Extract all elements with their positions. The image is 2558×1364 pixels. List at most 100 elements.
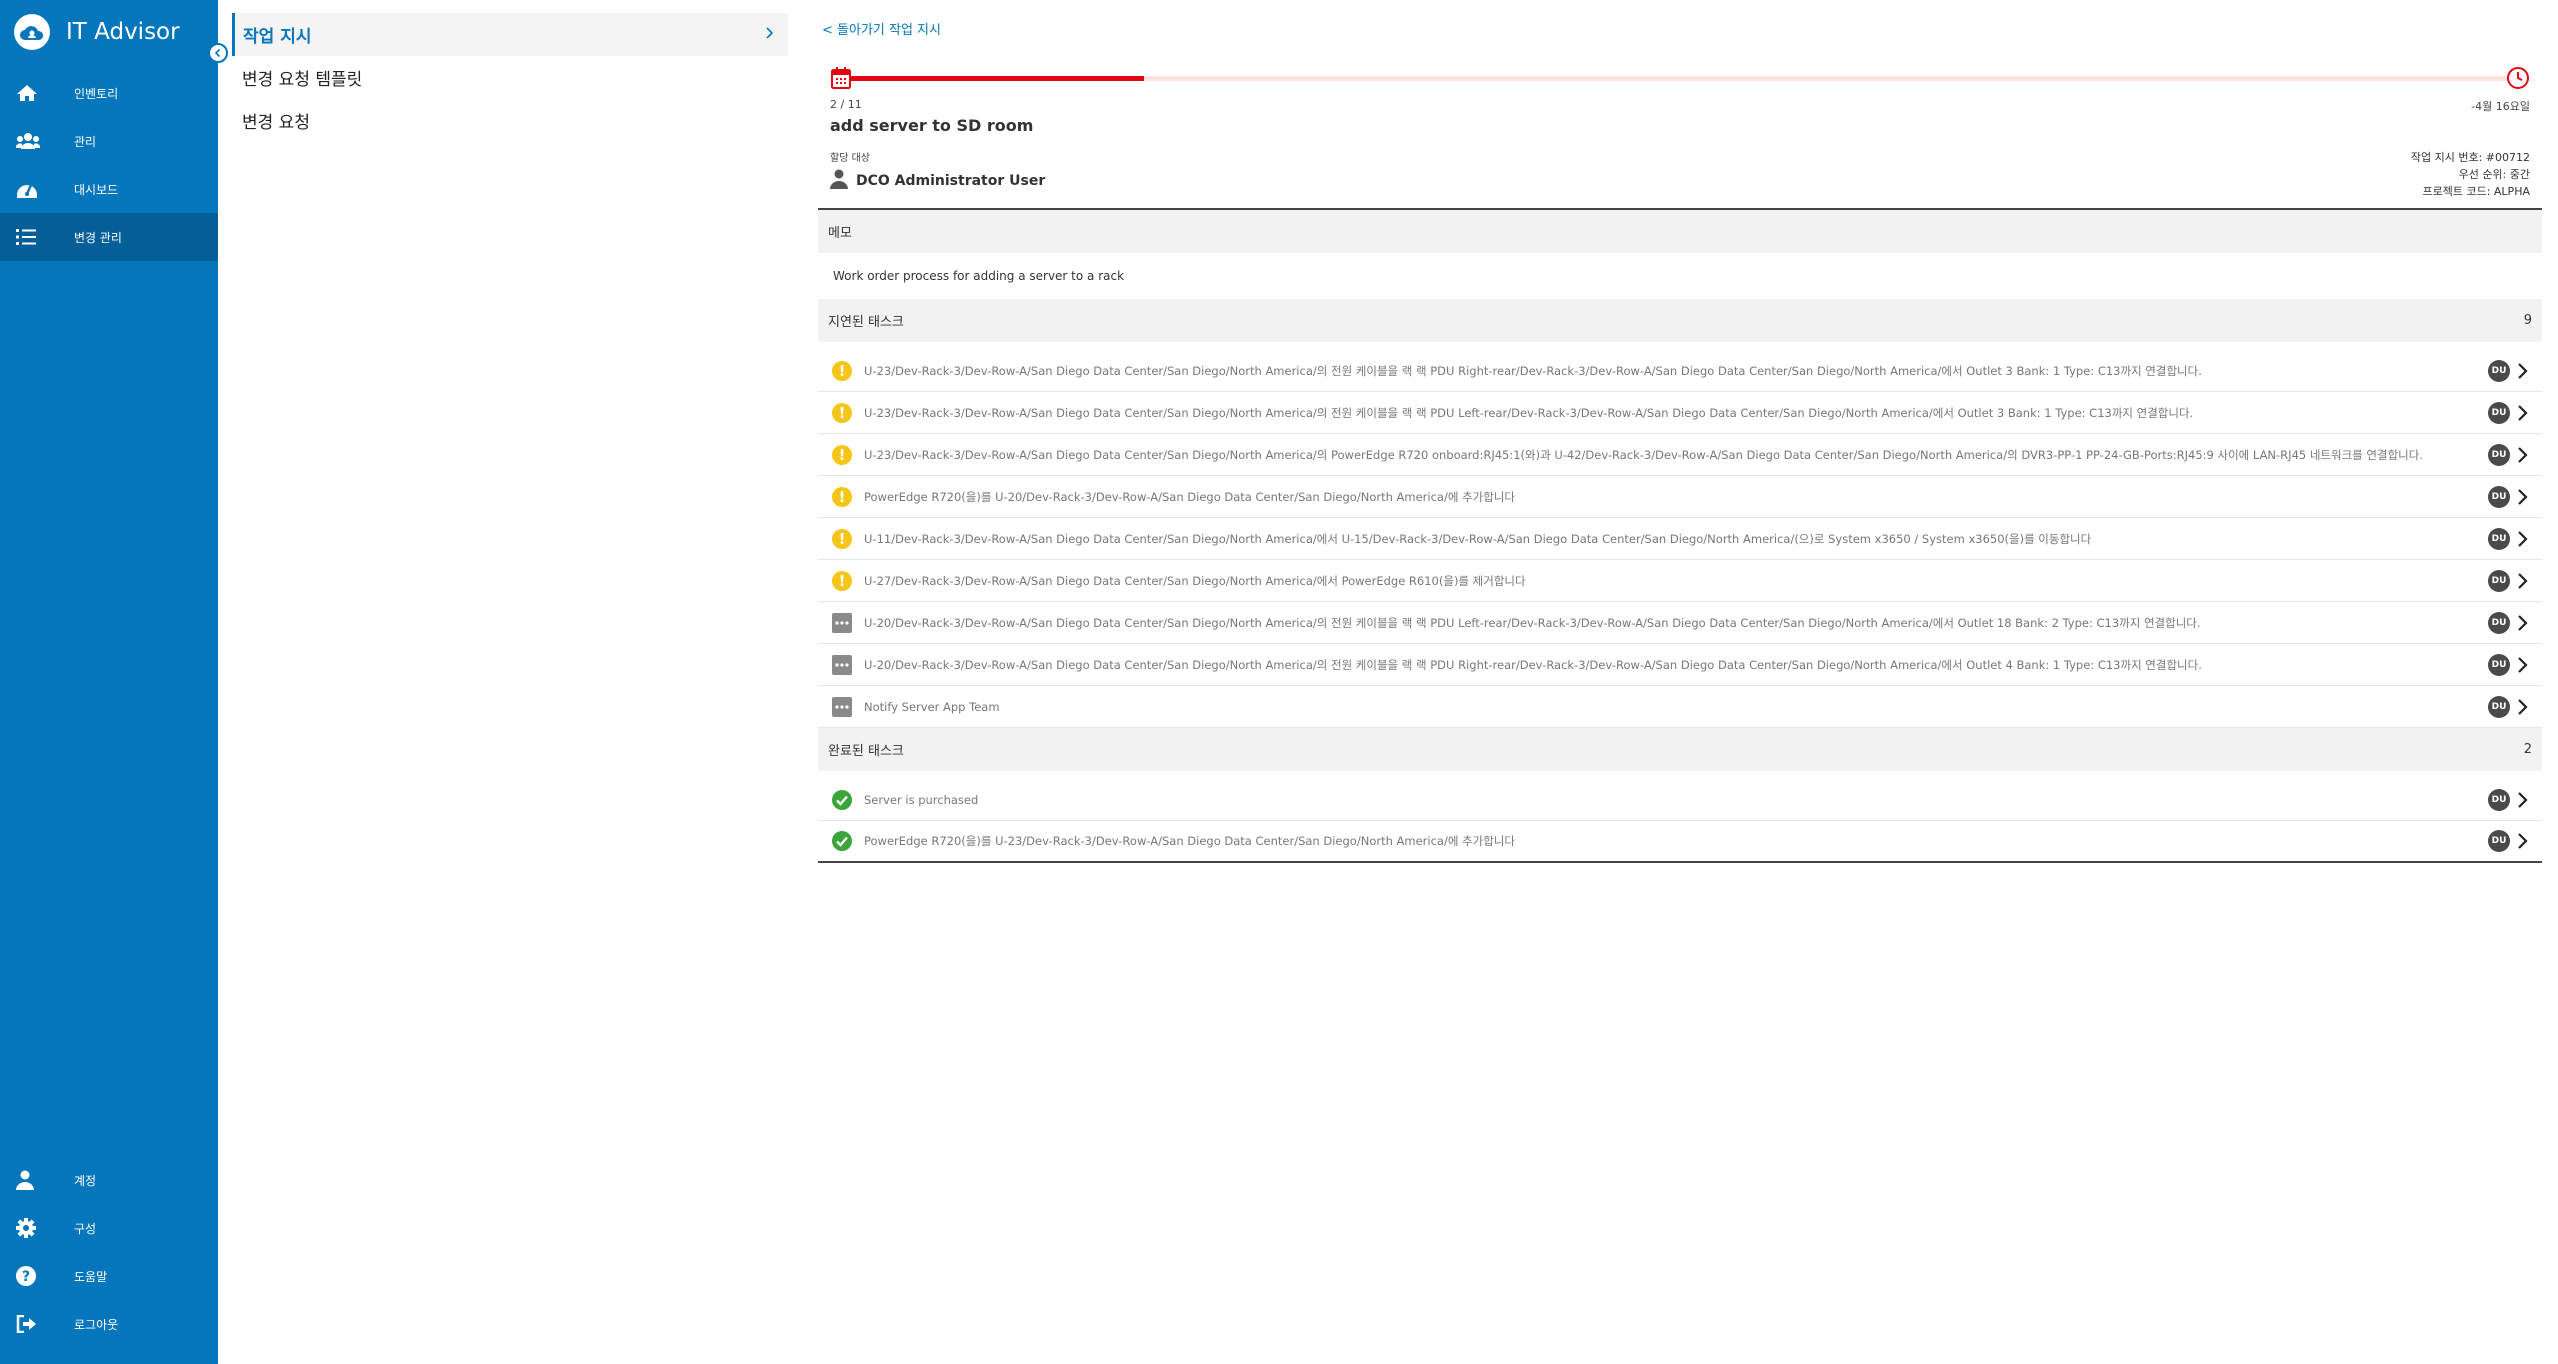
nav-item-management[interactable]: 관리 [0,117,218,165]
work-order-number: 작업 지시 번호: #00712 [2410,151,2530,164]
chevron-right-icon[interactable] [2516,361,2530,381]
warning-icon: ! [832,528,852,549]
progress-track [844,76,2512,81]
nav-item-label: 계정 [74,1173,97,1188]
chevron-right-icon[interactable] [2516,655,2530,675]
task-row[interactable]: U-20/Dev-Rack-3/Dev-Row-A/San Diego Data… [818,602,2542,644]
assignee-badge: DU [2488,788,2510,811]
task-actions: DU [2488,401,2530,424]
task-row[interactable]: ! U-11/Dev-Rack-3/Dev-Row-A/San Diego Dat… [818,518,2542,560]
completed-tasks-label: 완료된 태스크 [828,744,904,759]
task-row[interactable]: Server is purchased DU [818,779,2542,821]
check-icon [832,831,852,851]
brand[interactable]: IT Advisor [14,14,180,50]
cloud-logo-icon [14,14,50,50]
task-row[interactable]: ! PowerEdge R720(을)를 U-20/Dev-Rack-3/Dev-… [818,476,2542,518]
chevron-right-icon[interactable] [2516,529,2530,549]
assignee-badge: DU [2488,653,2510,676]
task-row[interactable]: ! U-27/Dev-Rack-3/Dev-Row-A/San Diego Dat… [818,560,2542,602]
check-icon [832,789,852,810]
task-actions: DU [2488,695,2530,718]
assignee-badge: DU [2488,443,2510,466]
pending-icon [832,612,852,633]
task-actions: DU [2488,569,2530,592]
nav-item-label: 도움말 [74,1269,108,1284]
nav-item-label: 대시보드 [74,182,119,197]
assignee-badge: DU [2488,569,2510,592]
list-icon [16,226,42,248]
nav-item-change-management[interactable]: 변경 관리 [0,213,218,261]
task-description: U-27/Dev-Rack-3/Dev-Row-A/San Diego Data… [864,573,1526,588]
work-order-meta: 작업 지시 번호: #00712 우선 순위: 중간 프로젝트 코드: ALPH… [2411,149,2530,200]
help-icon: ? [16,1265,42,1287]
assignee[interactable]: DCO Administrator User [830,169,1045,193]
work-order-content: 메모 Work order process for adding a serve… [818,208,2542,863]
chevron-right-icon[interactable] [2516,790,2530,810]
home-icon [16,82,42,104]
nav-item-logout[interactable]: 로그아웃 [0,1300,218,1348]
chevron-right-icon[interactable] [2516,697,2530,717]
work-order-project-code: 프로젝트 코드: ALPHA [2422,185,2530,198]
overdue-tasks-label: 지연된 태스크 [828,315,904,330]
chevron-left-icon [214,48,221,58]
nav-item-inventory[interactable]: 인벤토리 [0,69,218,117]
completed-task-list: Server is purchased DU PowerEdge R720(을)를 … [818,779,2542,863]
task-row[interactable]: ! U-23/Dev-Rack-3/Dev-Row-A/San Diego Dat… [818,350,2542,392]
task-description: Server is purchased [864,792,979,807]
logout-icon [16,1313,42,1335]
overdue-tasks-count: 9 [2523,313,2532,328]
assignee-badge: DU [2488,359,2510,382]
task-row[interactable]: U-20/Dev-Rack-3/Dev-Row-A/San Diego Data… [818,644,2542,686]
task-description: Notify Server App Team [864,699,1000,714]
collapse-nav-button[interactable] [208,43,228,63]
task-description: U-23/Dev-Rack-3/Dev-Row-A/San Diego Data… [864,405,2194,420]
subnav-item-work-orders[interactable]: 작업 지시 [232,13,788,56]
nav-item-dashboard[interactable]: 대시보드 [0,165,218,213]
task-row[interactable]: Notify Server App Team DU [818,686,2542,728]
task-description: U-20/Dev-Rack-3/Dev-Row-A/San Diego Data… [864,615,2201,630]
nav-item-configuration[interactable]: 구성 [0,1204,218,1252]
nav-list: 인벤토리 관리 대시보드 변경 관리 [0,69,218,261]
chevron-right-icon[interactable] [2516,445,2530,465]
assignee-badge: DU [2488,485,2510,508]
chevron-right-icon[interactable] [2516,571,2530,591]
subnav-item-label: 변경 요청 템플릿 [242,70,363,90]
subnav-item-change-requests[interactable]: 변경 요청 [232,99,788,142]
assignee-badge: DU [2488,527,2510,550]
task-row[interactable]: ! U-23/Dev-Rack-3/Dev-Row-A/San Diego Dat… [818,392,2542,434]
task-actions: DU [2488,788,2530,811]
nav-item-help[interactable]: ? 도움말 [0,1252,218,1300]
back-link[interactable]: < 돌아가기 작업 지시 [822,19,941,38]
warning-icon: ! [832,402,852,423]
clock-icon [2506,66,2530,94]
nav-item-account[interactable]: 계정 [0,1156,218,1204]
task-description: U-23/Dev-Rack-3/Dev-Row-A/San Diego Data… [864,363,2202,378]
task-actions: DU [2488,485,2530,508]
dashboard-icon [16,178,42,200]
user-icon [16,1169,42,1191]
chevron-right-icon[interactable] [2516,613,2530,633]
pending-icon [832,654,852,675]
progress-timeline [830,66,2530,90]
progress-count: 2 / 11 [830,98,862,111]
subnav-item-change-request-templates[interactable]: 변경 요청 템플릿 [232,56,788,99]
nav-item-label: 관리 [74,134,97,149]
completed-tasks-count: 2 [2523,742,2532,757]
task-row[interactable]: ! U-23/Dev-Rack-3/Dev-Row-A/San Diego Dat… [818,434,2542,476]
due-date: -4월 16요일 [2471,100,2530,113]
work-order-priority: 우선 순위: 중간 [2458,168,2530,181]
completed-tasks-header: 완료된 태스크 2 [818,728,2542,771]
overdue-task-list: ! U-23/Dev-Rack-3/Dev-Row-A/San Diego Dat… [818,350,2542,728]
main-nav: IT Advisor 인벤토리 관리 대시보드 변경 관리 계정 구성 ? 도움… [0,0,218,1364]
task-row[interactable]: PowerEdge R720(을)를 U-23/Dev-Rack-3/Dev-R… [818,821,2542,863]
chevron-right-icon[interactable] [2516,487,2530,507]
warning-icon: ! [832,486,852,507]
task-actions: DU [2488,359,2530,382]
overdue-tasks-header: 지연된 태스크 9 [818,299,2542,342]
chevron-right-icon[interactable] [2516,831,2530,851]
chevron-right-icon[interactable] [2516,403,2530,423]
memo-header-label: 메모 [828,226,852,241]
subnav-item-label: 변경 요청 [242,113,310,133]
nav-item-label: 변경 관리 [74,230,122,245]
